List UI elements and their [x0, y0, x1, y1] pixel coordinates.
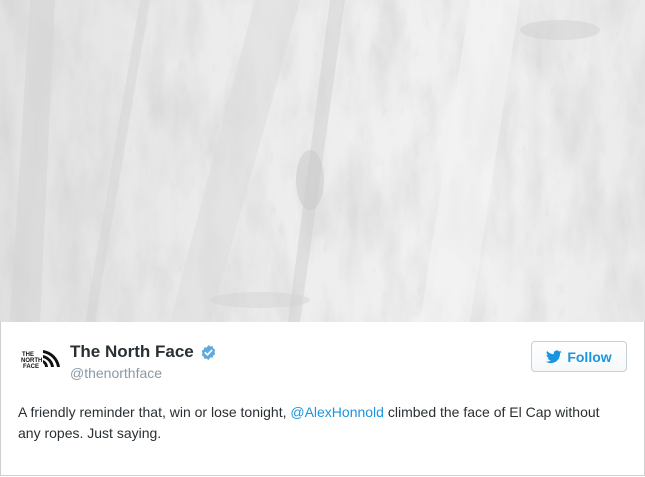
mention-link[interactable]: @AlexHonnold [290, 404, 384, 420]
twitter-bird-icon [546, 349, 563, 364]
author-name[interactable]: The North Face [70, 342, 194, 362]
tweet-card: THE NORTH FACE The North Face @thenorthf… [0, 322, 645, 476]
follow-label: Follow [567, 348, 612, 365]
follow-button[interactable]: Follow [531, 341, 627, 372]
tweet-text-before: A friendly reminder that, win or lose to… [18, 404, 291, 420]
logo-text-face: FACE [23, 364, 39, 370]
tweet-embed: THE NORTH FACE The North Face @thenorthf… [0, 0, 645, 477]
tweet-text: A friendly reminder that, win or lose to… [18, 402, 618, 444]
rock-face-photo[interactable] [0, 0, 645, 322]
verified-badge-icon [200, 344, 217, 361]
north-face-logo-icon[interactable]: THE NORTH FACE [21, 349, 61, 371]
author-name-row[interactable]: The North Face [70, 342, 217, 362]
author-handle[interactable]: @thenorthface [70, 365, 162, 381]
